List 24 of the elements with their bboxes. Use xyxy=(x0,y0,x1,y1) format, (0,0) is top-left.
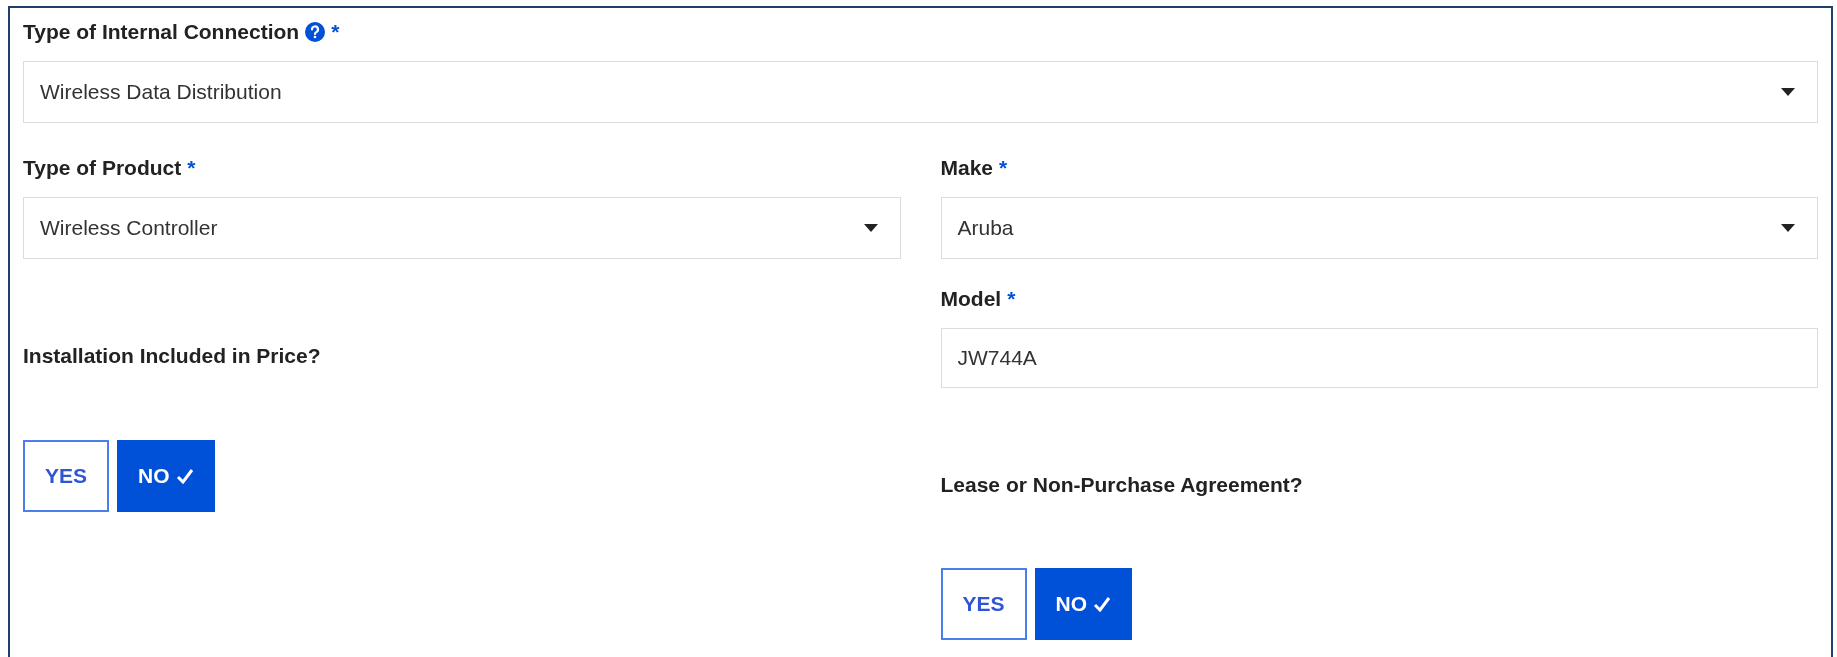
field-label: Lease or Non-Purchase Agreement? xyxy=(940,472,1303,499)
toggle-button[interactable]: NO xyxy=(117,440,215,512)
field-label: Installation Included in Price? xyxy=(23,343,321,370)
required-mark: * xyxy=(999,155,1008,182)
dropdown-field[interactable]: Wireless Controller xyxy=(23,197,901,259)
required-mark: * xyxy=(1007,286,1016,313)
required-mark: * xyxy=(331,19,340,46)
field-label: Model xyxy=(940,286,1002,313)
check-icon xyxy=(1093,596,1112,612)
caret-icon xyxy=(1781,88,1795,96)
required-mark: * xyxy=(187,155,196,182)
model-input[interactable]: JW744A xyxy=(940,328,1818,388)
check-icon xyxy=(175,468,194,484)
dropdown-field[interactable]: Wireless Data Distribution xyxy=(23,61,1818,123)
toggle-button[interactable]: YES xyxy=(940,568,1027,640)
field-label: Type of Product xyxy=(23,155,182,182)
toggle-button[interactable]: NO xyxy=(1034,568,1133,640)
field-label: Make xyxy=(940,155,994,182)
help-icon[interactable] xyxy=(305,22,326,42)
toggle-button[interactable]: YES xyxy=(23,440,110,512)
caret-icon xyxy=(863,224,878,232)
field-label: Type of Internal Connection xyxy=(23,19,300,46)
dropdown-field[interactable]: Aruba xyxy=(940,197,1818,259)
caret-icon xyxy=(1781,224,1795,232)
